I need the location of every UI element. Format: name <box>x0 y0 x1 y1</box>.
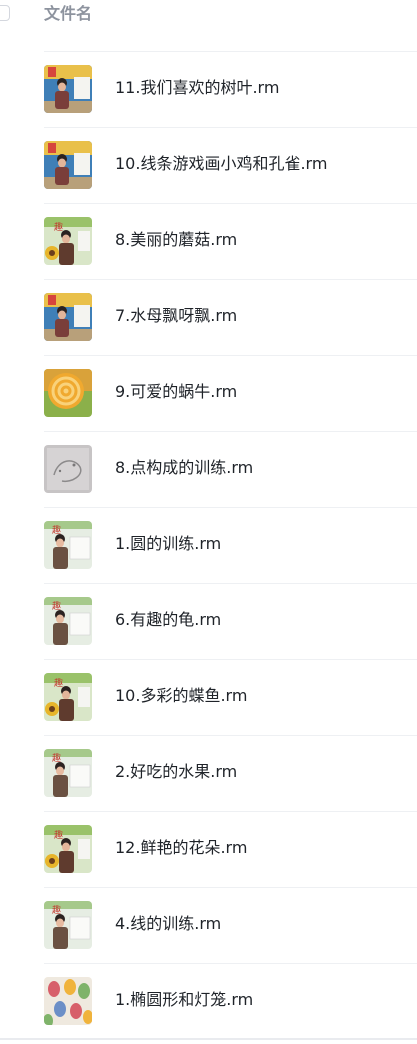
file-row[interactable]: 7.水母飘呀飘.rm <box>0 279 417 355</box>
row-divider <box>44 583 417 584</box>
svg-text:趣: 趣 <box>54 677 63 689</box>
video-thumbnail[interactable] <box>44 141 92 189</box>
list-bottom-divider <box>0 1038 417 1040</box>
column-title-filename[interactable]: 文件名 <box>44 4 92 24</box>
file-row[interactable]: 1.椭圆形和灯笼.rm <box>0 963 417 1039</box>
row-divider <box>44 735 417 736</box>
select-all-checkbox[interactable] <box>0 5 10 21</box>
video-thumbnail[interactable]: 趣 <box>44 825 92 873</box>
row-divider <box>44 507 417 508</box>
row-divider <box>44 963 417 964</box>
file-name[interactable]: 9.可爱的蜗牛.rm <box>115 381 237 403</box>
file-name[interactable]: 11.我们喜欢的树叶.rm <box>115 77 279 99</box>
video-thumbnail[interactable]: 趣 <box>44 521 92 569</box>
file-row[interactable]: 10.线条游戏画小鸡和孔雀.rm <box>0 127 417 203</box>
video-thumbnail[interactable]: 趣 <box>44 749 92 797</box>
row-divider <box>44 431 417 432</box>
file-name[interactable]: 1.椭圆形和灯笼.rm <box>115 989 253 1011</box>
file-row[interactable]: 趣 6.有趣的龟.rm <box>0 583 417 659</box>
row-divider <box>44 51 417 52</box>
video-thumbnail[interactable]: 趣 <box>44 901 92 949</box>
row-divider <box>44 659 417 660</box>
row-divider <box>44 279 417 280</box>
row-divider <box>44 887 417 888</box>
row-divider <box>44 811 417 812</box>
file-row[interactable]: 趣 8.美丽的蘑菇.rm <box>0 203 417 279</box>
video-thumbnail[interactable] <box>44 977 92 1025</box>
file-name[interactable]: 2.好吃的水果.rm <box>115 761 237 783</box>
video-thumbnail[interactable]: 趣 <box>44 597 92 645</box>
file-name[interactable]: 1.圆的训练.rm <box>115 533 221 555</box>
file-row[interactable]: 8.点构成的训练.rm <box>0 431 417 507</box>
row-divider <box>44 203 417 204</box>
file-name[interactable]: 6.有趣的龟.rm <box>115 609 221 631</box>
video-thumbnail[interactable]: 趣 <box>44 673 92 721</box>
file-name[interactable]: 12.鲜艳的花朵.rm <box>115 837 247 859</box>
video-thumbnail[interactable] <box>44 369 92 417</box>
video-thumbnail[interactable] <box>44 293 92 341</box>
file-name[interactable]: 10.多彩的蝶鱼.rm <box>115 685 247 707</box>
file-name[interactable]: 8.点构成的训练.rm <box>115 457 253 479</box>
video-thumbnail[interactable] <box>44 65 92 113</box>
file-list: 11.我们喜欢的树叶.rm 10.线条游戏画小鸡和孔雀.rm 趣 8.美丽的蘑菇… <box>0 51 417 1039</box>
video-thumbnail[interactable]: 趣 <box>44 217 92 265</box>
file-row[interactable]: 9.可爱的蜗牛.rm <box>0 355 417 431</box>
file-name[interactable]: 8.美丽的蘑菇.rm <box>115 229 237 251</box>
file-row[interactable]: 趣 4.线的训练.rm <box>0 887 417 963</box>
svg-text:趣: 趣 <box>54 829 63 841</box>
svg-text:趣: 趣 <box>54 221 63 233</box>
row-divider <box>44 127 417 128</box>
file-row[interactable]: 趣 10.多彩的蝶鱼.rm <box>0 659 417 735</box>
file-row[interactable]: 趣 12.鲜艳的花朵.rm <box>0 811 417 887</box>
file-list-header: 文件名 <box>0 0 417 36</box>
file-name[interactable]: 10.线条游戏画小鸡和孔雀.rm <box>115 153 327 175</box>
file-row[interactable]: 11.我们喜欢的树叶.rm <box>0 51 417 127</box>
video-thumbnail[interactable] <box>44 445 92 493</box>
file-row[interactable]: 趣 2.好吃的水果.rm <box>0 735 417 811</box>
file-name[interactable]: 7.水母飘呀飘.rm <box>115 305 237 327</box>
row-divider <box>44 355 417 356</box>
file-row[interactable]: 趣 1.圆的训练.rm <box>0 507 417 583</box>
file-name[interactable]: 4.线的训练.rm <box>115 913 221 935</box>
